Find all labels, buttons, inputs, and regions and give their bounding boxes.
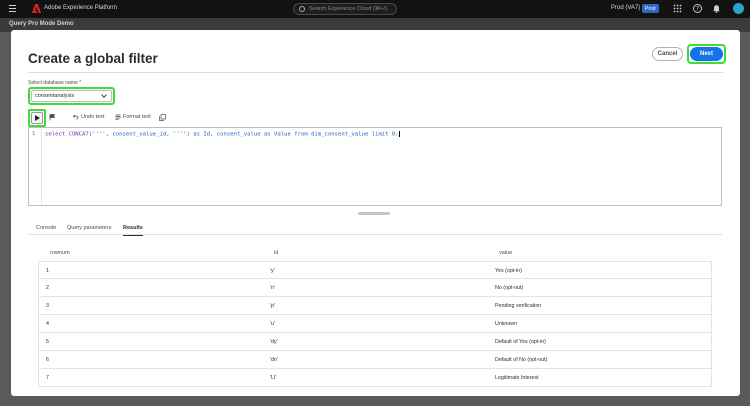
global-search-input[interactable]: Search Experience Cloud (⌘+/): [293, 3, 397, 15]
menu-icon[interactable]: [9, 5, 16, 12]
dialog-title: Create a global filter: [28, 51, 158, 66]
query-part: ) as Id, consent_value as Value from dim…: [186, 131, 399, 138]
tab-results[interactable]: Results: [123, 221, 143, 236]
cell-rownum: 1: [46, 268, 49, 274]
database-name-label: Select database name *: [28, 80, 81, 86]
cell-value: No (opt-out): [495, 285, 524, 291]
format-text-button[interactable]: Format text: [115, 114, 151, 120]
cell-rownum: 7: [46, 375, 49, 381]
environment-badge: Prod: [642, 4, 659, 13]
query-string-literal: '''': [92, 131, 106, 138]
sql-editor[interactable]: 1 select CONCAT('''', consent_value_id, …: [28, 127, 722, 206]
format-text-label: Format text: [123, 114, 151, 120]
cell-value: Default of No (opt-out): [495, 357, 548, 363]
cell-rownum: 5: [46, 339, 49, 345]
header-divider: [28, 72, 723, 73]
database-name-select[interactable]: consentanalysis: [31, 90, 112, 102]
search-placeholder: Search Experience Cloud (⌘+/): [309, 6, 387, 12]
table-row: 3 'p' Pending verification: [38, 297, 712, 315]
database-name-label-text: Select database name: [28, 80, 78, 86]
apps-grid-icon[interactable]: [673, 4, 682, 13]
cell-id: 'y': [270, 268, 275, 274]
text-cursor: [398, 131, 400, 137]
cell-rownum: 3: [46, 303, 49, 309]
cancel-button[interactable]: Cancel: [652, 47, 683, 61]
help-icon[interactable]: ?: [693, 4, 702, 13]
user-avatar[interactable]: [733, 3, 744, 14]
query-part: , consent_value_id,: [105, 131, 173, 138]
required-mark: *: [79, 80, 82, 86]
run-selected-icon[interactable]: [49, 114, 56, 121]
cell-rownum: 6: [46, 357, 49, 363]
editor-gutter: 1: [29, 128, 42, 205]
cell-id: 'dn': [270, 357, 278, 363]
cell-value: Yes (opt-in): [495, 268, 522, 274]
sql-query-text[interactable]: select CONCAT('''', consent_value_id, ''…: [45, 131, 400, 138]
org-switcher[interactable]: Prod (VA7): [611, 5, 640, 11]
cell-value: Legitimate Interest: [495, 375, 539, 381]
panel-resize-handle[interactable]: [358, 212, 390, 215]
svg-text:?: ?: [696, 6, 699, 13]
cell-value: Pending verification: [495, 303, 542, 309]
table-row: 6 'dn' Default of No (opt-out): [38, 351, 712, 369]
adobe-logo-icon: [32, 4, 41, 13]
database-name-value: consentanalysis: [35, 93, 75, 99]
column-header-value: value: [499, 250, 513, 256]
table-row: 5 'dy' Default of Yes (opt-in): [38, 333, 712, 351]
create-global-filter-dialog: Create a global filter Cancel Next Selec…: [11, 30, 740, 396]
cell-value: Unknown: [495, 321, 518, 327]
next-button[interactable]: Next: [690, 47, 723, 61]
cell-id: 'LI': [270, 375, 277, 381]
app-top-bar: Adobe Experience Platform Search Experie…: [0, 0, 750, 18]
table-row: 4 'u' Unknown: [38, 315, 712, 333]
undo-text-button[interactable]: Undo text: [73, 114, 105, 120]
table-row: 1 'y' Yes (opt-in): [38, 261, 712, 279]
copy-icon[interactable]: [159, 114, 166, 121]
cell-rownum: 4: [46, 321, 49, 327]
cell-id: 'u': [270, 321, 275, 327]
format-icon: [115, 114, 121, 120]
query-part: select CONCAT(: [45, 131, 93, 138]
notification-bell-icon[interactable]: [712, 4, 721, 13]
search-icon: [299, 6, 305, 12]
undo-icon: [73, 114, 79, 120]
cell-id: 'p': [270, 303, 275, 309]
page-breadcrumb: Query Pro Mode Demo: [9, 21, 74, 27]
results-table: 1 'y' Yes (opt-in) 2 'n' No (opt-out) 3 'p' Pe…: [38, 261, 712, 387]
run-query-button[interactable]: [31, 112, 43, 124]
query-string-literal: '''': [173, 131, 187, 138]
table-row: 2 'n' No (opt-out): [38, 279, 712, 297]
tab-console[interactable]: Console: [36, 221, 56, 235]
column-header-id: id: [274, 250, 279, 256]
line-number: 1: [32, 131, 36, 137]
cell-value: Default of Yes (opt-in): [495, 339, 546, 345]
chevron-down-icon: [101, 92, 107, 98]
undo-text-label: Undo text: [81, 114, 105, 120]
column-header-rownum: rownum: [50, 250, 70, 256]
play-icon: [35, 115, 40, 121]
table-row: 7 'LI' Legitimate Interest: [38, 369, 712, 387]
cell-id: 'dy': [270, 339, 278, 345]
tab-query-parameters[interactable]: Query parameters: [67, 221, 111, 235]
cell-rownum: 2: [46, 285, 49, 291]
output-tabs: Console Query parameters Results: [28, 221, 722, 236]
cell-id: 'n': [270, 285, 275, 291]
app-title: Adobe Experience Platform: [44, 5, 118, 11]
